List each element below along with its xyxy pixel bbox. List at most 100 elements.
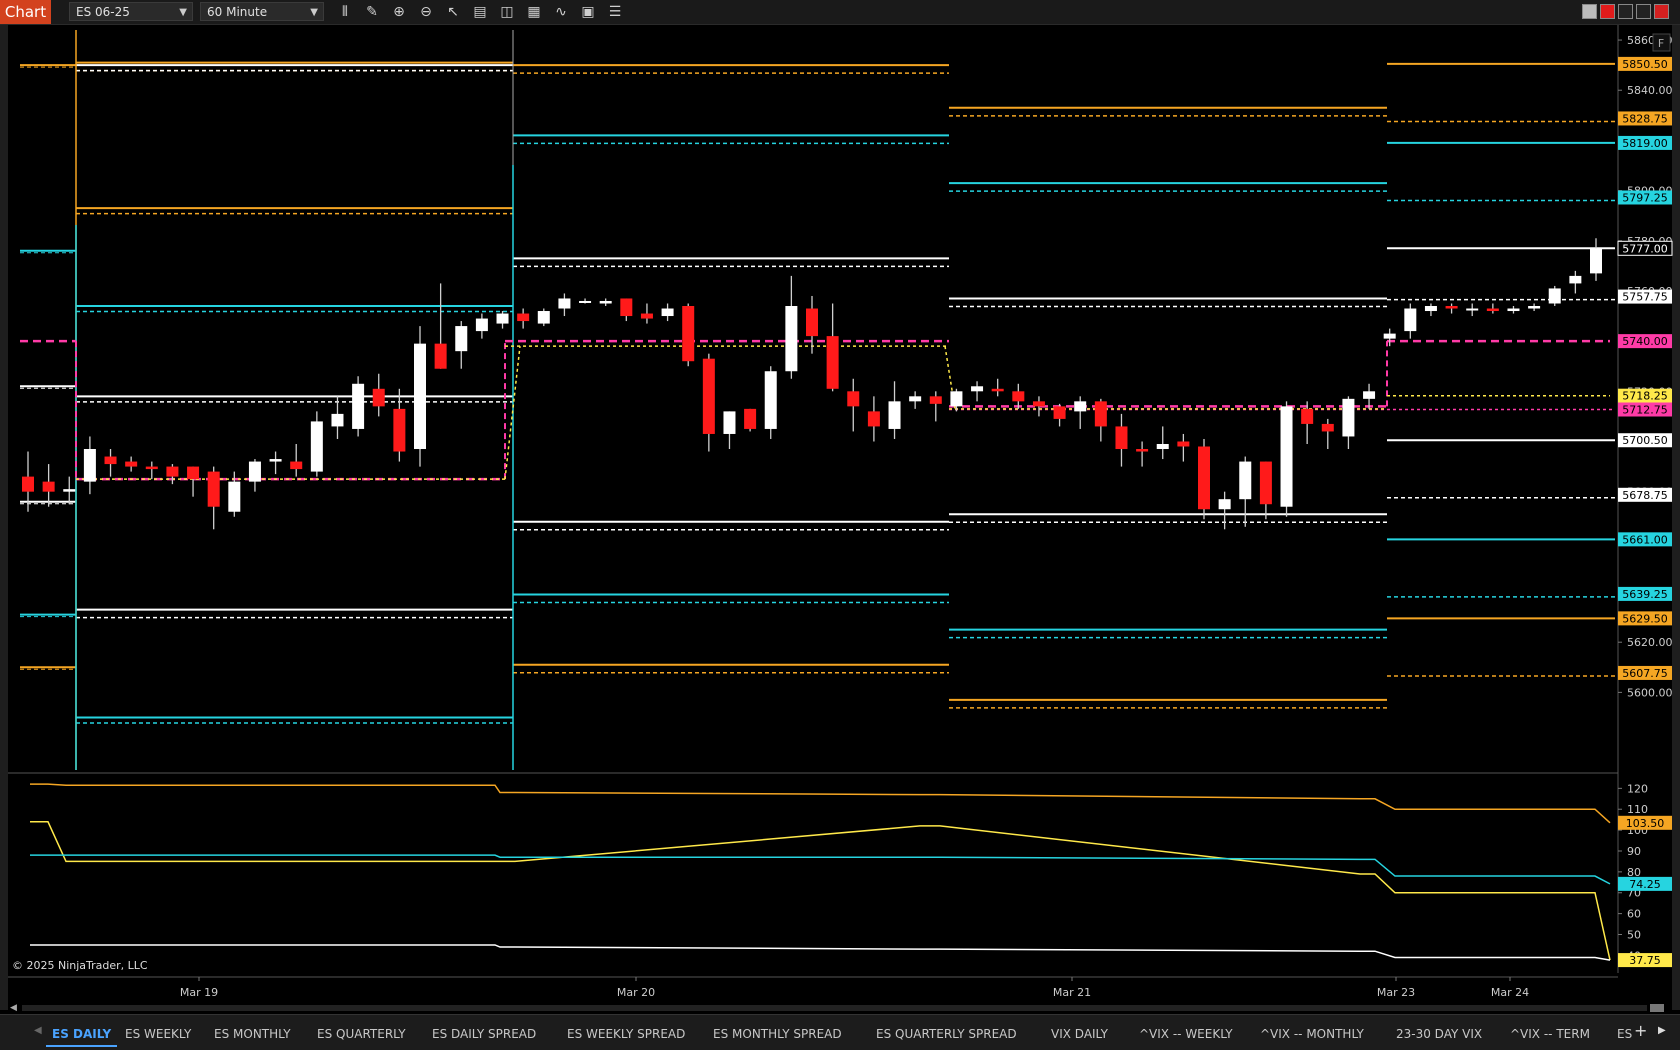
panel-tag: F: [1658, 37, 1664, 50]
candle-body: [310, 421, 323, 472]
scroll-track: [22, 1005, 1647, 1011]
maximize-icon[interactable]: [1636, 4, 1651, 19]
candle-body: [104, 456, 117, 465]
price-badge-label: 5828.75: [1622, 112, 1668, 125]
list-icon[interactable]: ☰: [606, 3, 624, 21]
candle-body: [723, 411, 736, 434]
strategy-icon[interactable]: ∿: [552, 3, 570, 21]
candle-body: [290, 461, 303, 470]
price-badge-label: 5797.25: [1622, 191, 1668, 204]
lower-series-line: [30, 821, 1611, 961]
candle-body: [1032, 401, 1045, 407]
tab-scroll-left-icon[interactable]: ◀: [34, 1025, 42, 1036]
template-icon[interactable]: ◫: [498, 3, 516, 21]
tab-scroll-right-icon[interactable]: ▶: [1658, 1025, 1666, 1036]
candle-body: [1177, 441, 1190, 447]
tab-es-quarterly[interactable]: ES QUARTERLY: [311, 1023, 412, 1045]
candle-body: [1074, 401, 1087, 412]
indicator-icon[interactable]: ▣: [579, 3, 597, 21]
pointer-icon[interactable]: ↖: [444, 3, 462, 21]
chart-app-tab[interactable]: Chart: [0, 0, 51, 24]
bar-type-icon[interactable]: ⫴: [336, 3, 354, 21]
chart-toolbar: Chart ES 06-25 ▼ 60 Minute ▼ ⫴ ✎ ⊕ ⊖ ↖ ▤ ◫ ▦ ∿ ▣ ☰: [0, 0, 1680, 25]
instrument-selector[interactable]: ES 06-25 ▼: [69, 2, 193, 21]
instrument-value: ES 06-25: [76, 5, 130, 19]
link-color-icon[interactable]: [1600, 4, 1615, 19]
add-tab-icon[interactable]: +: [1634, 1021, 1647, 1040]
tab-es-daily-spread[interactable]: ES DAILY SPREAD: [426, 1023, 542, 1045]
candle-body: [1342, 398, 1355, 437]
minimize-dock-icon[interactable]: [1582, 4, 1597, 19]
lower-badge-label: 74.25: [1629, 878, 1661, 891]
tab-es-quarterly-spread[interactable]: ES QUARTERLY SPREAD: [870, 1023, 1023, 1045]
candle-body: [537, 311, 550, 324]
candle-body: [1445, 306, 1458, 309]
candle-body: [1569, 275, 1582, 284]
chevron-down-icon: ▼: [310, 7, 318, 18]
candle-body: [661, 308, 674, 317]
scroll-thumb[interactable]: [1650, 1004, 1664, 1012]
candle-body: [1259, 461, 1272, 505]
tab-es-weekly-spread[interactable]: ES WEEKLY SPREAD: [561, 1023, 691, 1045]
level-lines-layer: [20, 30, 1615, 770]
lower-tick-label: 120: [1627, 782, 1648, 795]
tab-es-monthly-spread[interactable]: ES MONTHLY SPREAD: [707, 1023, 848, 1045]
price-tick-label: 5600.00: [1627, 686, 1673, 699]
candle-body: [1053, 406, 1066, 419]
tab-vix-monthly[interactable]: ^VIX -- MONTHLY: [1254, 1023, 1370, 1045]
candle-body: [166, 466, 179, 477]
zoom-out-icon[interactable]: ⊖: [417, 3, 435, 21]
interval-selector[interactable]: 60 Minute ▼: [200, 2, 324, 21]
candle-body: [826, 336, 839, 389]
candle-body: [1466, 308, 1479, 311]
candle-body: [991, 388, 1004, 392]
candle-body: [1301, 408, 1314, 424]
tab-es-daily[interactable]: ES DAILY: [46, 1023, 118, 1047]
date-label: Mar 23: [1377, 986, 1415, 999]
minimize-icon[interactable]: [1618, 4, 1633, 19]
candle-body: [331, 413, 344, 427]
price-axis: 5860.005840.005820.005800.005780.005760.…: [8, 25, 1673, 973]
candle-body: [764, 371, 777, 429]
price-tick-label: 5620.00: [1627, 636, 1673, 649]
candle-body: [1198, 446, 1210, 510]
candle-body: [1383, 333, 1396, 339]
candle-body: [393, 408, 406, 452]
data-box-icon[interactable]: ▦: [525, 3, 543, 21]
candle-body: [558, 298, 571, 309]
properties-icon[interactable]: ▤: [471, 3, 489, 21]
draw-tool-icon[interactable]: ✎: [363, 3, 381, 21]
date-axis: Mar 19 Mar 20 Mar 21 Mar 23 Mar 24: [8, 976, 1618, 999]
price-badge-label: 5757.75: [1622, 291, 1668, 304]
price-badge-label: 5740.00: [1622, 335, 1668, 348]
candle-body: [929, 396, 942, 404]
candle-body: [599, 300, 612, 304]
price-badge-label: 5639.25: [1622, 588, 1668, 601]
scroll-left-icon[interactable]: ◀: [10, 1003, 20, 1013]
candle-body: [744, 408, 757, 429]
tab-23-30-day-vix[interactable]: 23-30 DAY VIX: [1390, 1023, 1488, 1045]
tab-vix-daily[interactable]: VIX DAILY: [1045, 1023, 1114, 1045]
tab-vix-term[interactable]: ^VIX -- TERM: [1504, 1023, 1596, 1045]
candle-body: [909, 396, 922, 402]
candle-body: [1239, 461, 1252, 500]
candle-body: [1424, 306, 1437, 312]
zoom-in-icon[interactable]: ⊕: [390, 3, 408, 21]
candle-body: [888, 401, 901, 429]
candle-body: [352, 383, 365, 429]
price-chart[interactable]: 5860.005840.005820.005800.005780.005760.…: [0, 25, 1680, 1015]
lower-tick-label: 110: [1627, 803, 1648, 816]
candle-body: [83, 449, 96, 482]
horizontal-scrollbar[interactable]: ◀: [10, 1003, 1670, 1013]
price-tick-label: 5840.00: [1627, 84, 1673, 97]
tab-vix-weekly[interactable]: ^VIX -- WEEKLY: [1133, 1023, 1239, 1045]
candle-body: [971, 386, 984, 392]
close-icon[interactable]: [1654, 4, 1669, 19]
lower-badge-label: 37.75: [1629, 954, 1661, 967]
candle-body: [1363, 391, 1376, 399]
candle-body: [1548, 288, 1561, 304]
tab-es-weekly[interactable]: ES WEEKLY: [119, 1023, 197, 1045]
price-badge-label: 5850.50: [1622, 58, 1668, 71]
tab-es-monthly[interactable]: ES MONTHLY: [208, 1023, 297, 1045]
chevron-down-icon: ▼: [179, 7, 187, 18]
